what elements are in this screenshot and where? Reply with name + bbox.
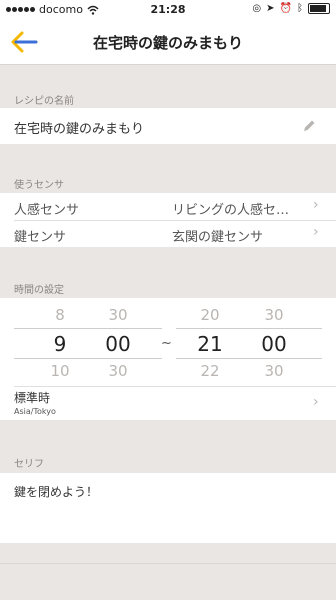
serif-value: 鍵を閉めよう！	[14, 485, 99, 499]
sensors-header: 使うセンサ	[14, 180, 64, 191]
sensor-type-label: 人感センサ	[14, 203, 80, 218]
timezone-value: Asia/Tokyo	[14, 407, 56, 416]
start-hour-next: 10	[50, 362, 70, 380]
end-hour-prev: 20	[200, 306, 220, 324]
end-hour-next: 22	[200, 362, 220, 380]
battery-icon	[308, 3, 330, 14]
picker-selection-line	[14, 358, 162, 359]
chevron-right-icon: ›	[313, 197, 319, 213]
sensor-value: リビングの人感セ…	[172, 203, 290, 218]
end-minute-selected: 00	[261, 332, 287, 356]
end-hour-selected: 21	[197, 332, 223, 356]
sensor-row-motion[interactable]: 人感センサ リビングの人感セ… ›	[0, 193, 336, 220]
start-minute-prev: 30	[108, 306, 128, 324]
recipe-name-header: レシピの名前	[14, 96, 74, 107]
time-picker-panel: 8 9 10 30 00 30 ~ 20 21 22 30 00 30 標準時 …	[0, 298, 336, 420]
sensor-type-label: 鍵センサ	[14, 230, 67, 245]
time-range-separator: ~	[161, 336, 172, 351]
timezone-row[interactable]: 標準時 Asia/Tokyo ›	[0, 387, 336, 420]
divider	[0, 563, 336, 564]
time-setting-header: 時間の設定	[14, 285, 64, 296]
start-minute-picker[interactable]: 30 00 30	[98, 298, 138, 388]
timezone-label: 標準時	[14, 391, 51, 405]
sensor-value: 玄関の鍵センサ	[172, 230, 264, 245]
end-minute-picker[interactable]: 30 00 30	[254, 298, 294, 388]
serif-header: セリフ	[14, 459, 44, 470]
pencil-icon[interactable]	[302, 119, 316, 133]
chevron-right-icon: ›	[313, 394, 319, 410]
page-title: 在宅時の鍵のみまもり	[92, 34, 243, 52]
end-hour-picker[interactable]: 20 21 22	[190, 298, 230, 388]
serif-textarea[interactable]: 鍵を閉めよう！	[0, 473, 336, 543]
alarm-icon: ⏰	[279, 3, 292, 14]
bluetooth-icon: ᛒ	[297, 3, 303, 14]
start-minute-selected: 00	[105, 332, 131, 356]
start-hour-picker[interactable]: 8 9 10	[40, 298, 80, 388]
sensor-row-lock[interactable]: 鍵センサ 玄関の鍵センサ ›	[0, 220, 336, 247]
picker-selection-line	[14, 328, 162, 329]
picker-selection-line	[176, 358, 322, 359]
location-icon: ➤	[266, 3, 275, 14]
recipe-name-value: 在宅時の鍵のみまもり	[14, 122, 145, 137]
recipe-name-field[interactable]: 在宅時の鍵のみまもり	[0, 108, 336, 144]
rotation-lock-icon: ◎	[252, 3, 262, 14]
start-hour-prev: 8	[55, 306, 65, 324]
end-minute-prev: 30	[264, 306, 284, 324]
sensors-list: 人感センサ リビングの人感セ… › 鍵センサ 玄関の鍵センサ ›	[0, 193, 336, 247]
picker-selection-line	[176, 328, 322, 329]
chevron-right-icon: ›	[313, 224, 319, 240]
start-hour-selected: 9	[53, 332, 67, 356]
start-minute-next: 30	[108, 362, 128, 380]
end-minute-next: 30	[264, 362, 284, 380]
nav-bar: 在宅時の鍵のみまもり	[0, 20, 336, 65]
status-right: ◎ ➤ ⏰ ᛒ	[252, 3, 330, 14]
status-bar: docomo 21:28 ◎ ➤ ⏰ ᛒ	[0, 0, 336, 20]
